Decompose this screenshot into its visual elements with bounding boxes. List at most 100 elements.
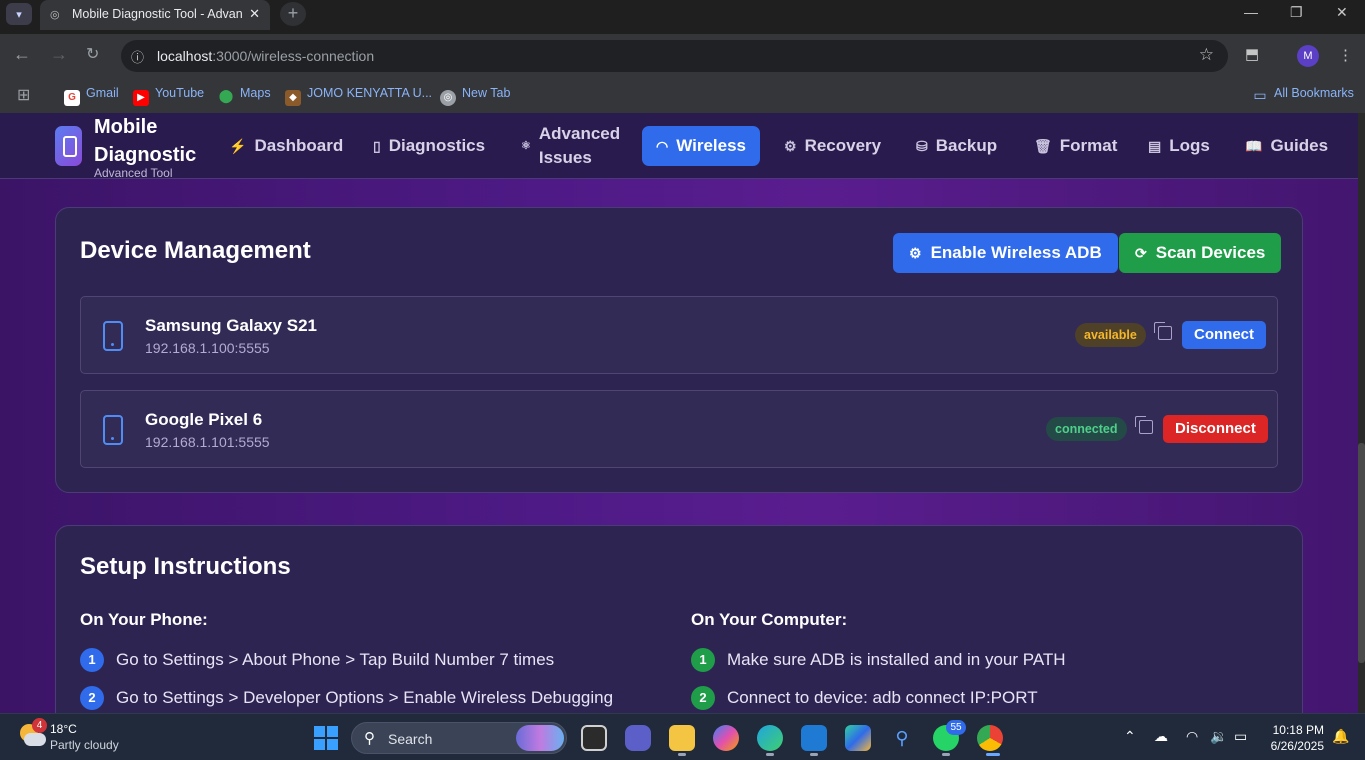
magnifier-app-icon[interactable]: ⚲ — [889, 725, 915, 751]
chrome-icon[interactable] — [977, 725, 1003, 751]
google-icon: G — [64, 90, 80, 106]
bookmark-new-tab[interactable]: ◎ New Tab — [440, 86, 510, 106]
nav-logs[interactable]: ▤ Logs — [1134, 126, 1224, 166]
phone-steps-title: On Your Phone: — [80, 610, 208, 629]
nav-wireless[interactable]: ◠ Wireless — [642, 126, 760, 166]
volume-icon[interactable]: 🔉 — [1210, 728, 1227, 745]
device-management-title: Device Management — [80, 237, 311, 264]
bookmarks-bar: ⊞ G Gmail ▶ YouTube ⬤ Maps ◆ JOMO KENYATTA U… — [0, 78, 1365, 113]
step-text: Connect to device: adb connect IP:PORT — [727, 688, 1038, 707]
step-text: Go to Settings > Developer Options > Ena… — [116, 688, 614, 707]
weather-temperature[interactable]: 18°C — [50, 722, 77, 736]
vscode-icon[interactable] — [801, 725, 827, 751]
nav-advanced-issues[interactable]: ⚛ Advanced Issues — [507, 124, 632, 167]
browser-tabstrip: ▾ ◎ Mobile Diagnostic Tool - Advan ✕ + —… — [0, 0, 1365, 34]
computer-steps-title: On Your Computer: — [691, 610, 848, 629]
file-explorer-icon[interactable] — [669, 725, 695, 751]
bookmark-label: JOMO KENYATTA U... — [307, 86, 433, 100]
all-bookmarks-label: All Bookmarks — [1274, 86, 1354, 100]
nav-label: Format — [1059, 136, 1118, 155]
apps-grid-icon[interactable]: ⊞ — [17, 85, 30, 105]
connect-button[interactable]: Connect — [1182, 321, 1266, 349]
enable-wireless-adb-button[interactable]: ⚙ Enable Wireless ADB — [893, 233, 1118, 273]
bookmark-gmail[interactable]: G Gmail — [64, 86, 119, 106]
chevron-up-icon[interactable]: ⌃ — [1124, 728, 1136, 745]
notifications-icon[interactable]: 🔔 — [1332, 728, 1349, 745]
scrollbar-thumb[interactable] — [1358, 443, 1365, 663]
university-crest-icon: ◆ — [285, 90, 301, 106]
close-window-icon[interactable]: ✕ — [1336, 4, 1348, 21]
book-icon: 📖 — [1245, 137, 1263, 154]
onedrive-offline-icon[interactable]: ☁ — [1154, 728, 1168, 745]
device-row: Google Pixel 6 192.168.1.101:5555 connec… — [80, 390, 1278, 468]
taskbar-search[interactable]: ⚲ Search — [351, 722, 567, 754]
address-bar[interactable]: ⓘ localhost:3000/wireless-connection ☆ — [121, 40, 1228, 72]
windows-start-icon[interactable] — [314, 726, 338, 750]
window-controls: — ❐ ✕ — [1229, 0, 1365, 34]
extensions-icon[interactable]: ⬒ — [1245, 45, 1259, 63]
taskbar-clock[interactable]: 10:18 PM 6/26/2025 — [1250, 722, 1324, 754]
copilot-icon[interactable] — [713, 725, 739, 751]
play-store-icon[interactable] — [845, 725, 871, 751]
menu-kebab-icon[interactable]: ⋮ — [1338, 46, 1353, 64]
disconnect-button[interactable]: Disconnect — [1163, 415, 1268, 443]
browser-tab[interactable]: ◎ Mobile Diagnostic Tool - Advan ✕ — [40, 0, 270, 30]
windows-taskbar: 4 18°C Partly cloudy ⚲ Search ⚲ 55 ⌃ ☁ ◠… — [0, 713, 1365, 760]
brand-title[interactable]: Mobile Diagnostic — [94, 113, 214, 169]
tab-search-button[interactable]: ▾ — [6, 3, 32, 25]
nav-dashboard[interactable]: ⚡ Dashboard — [215, 126, 357, 166]
url-path: :3000/wireless-connection — [212, 48, 375, 64]
bookmark-label: YouTube — [155, 86, 205, 100]
site-info-icon[interactable]: ⓘ — [131, 47, 144, 66]
atom-icon: ⚛ — [521, 140, 531, 152]
reload-icon[interactable]: ↻ — [86, 44, 99, 64]
cloud-shape — [24, 733, 46, 746]
phone-step: 2 Go to Settings > Developer Options > En… — [80, 686, 613, 710]
device-name: Samsung Galaxy S21 — [145, 316, 317, 335]
forward-icon[interactable]: → — [50, 44, 68, 65]
bookmark-jkuat[interactable]: ◆ JOMO KENYATTA U... — [285, 86, 432, 106]
nav-label: Wireless — [676, 136, 746, 155]
scan-devices-button[interactable]: ⟳ Scan Devices — [1119, 233, 1282, 273]
nav-format[interactable]: 🗑 Format — [1020, 126, 1131, 166]
restore-icon[interactable]: ❐ — [1290, 4, 1303, 21]
nav-label: Backup — [935, 136, 998, 155]
profile-avatar[interactable]: M — [1297, 45, 1319, 67]
wifi-icon[interactable]: ◠ — [1186, 728, 1198, 745]
bookmark-star-icon[interactable]: ☆ — [1199, 45, 1214, 65]
trash-icon: 🗑 — [1034, 137, 1052, 154]
nav-label: Recovery — [804, 136, 882, 155]
database-icon: ⛁ — [916, 137, 928, 154]
page-scrollbar[interactable] — [1358, 113, 1365, 713]
status-badge: available — [1075, 323, 1146, 347]
edge-icon[interactable] — [757, 725, 783, 751]
running-indicator — [678, 753, 686, 756]
copy-icon[interactable] — [1154, 322, 1172, 340]
copy-icon[interactable] — [1135, 416, 1153, 434]
running-indicator — [942, 753, 950, 756]
nav-label: Logs — [1169, 136, 1210, 155]
battery-icon[interactable]: ▭ — [1234, 728, 1247, 745]
nav-recovery[interactable]: ⚙ Recovery — [770, 126, 895, 166]
map-pin-icon: ⬤ — [218, 88, 234, 103]
step-number: 1 — [80, 648, 104, 672]
task-view-icon[interactable] — [581, 725, 607, 751]
nav-diagnostics[interactable]: ▯ Diagnostics — [359, 126, 499, 166]
teams-chat-icon[interactable] — [625, 725, 651, 751]
nav-guides[interactable]: 📖 Guides — [1231, 126, 1342, 166]
bookmark-maps[interactable]: ⬤ Maps — [218, 86, 271, 104]
new-tab-button[interactable]: + — [280, 2, 306, 26]
refresh-icon: ⟳ — [1135, 244, 1147, 261]
close-tab-icon[interactable]: ✕ — [249, 6, 260, 22]
back-icon[interactable]: ← — [13, 44, 31, 65]
all-bookmarks[interactable]: ▭ All Bookmarks — [1252, 86, 1354, 103]
running-indicator — [810, 753, 818, 756]
weather-description[interactable]: Partly cloudy — [50, 738, 119, 752]
computer-step: 2 Connect to device: adb connect IP:PORT — [691, 686, 1038, 710]
weather-icon[interactable]: 4 — [18, 718, 47, 750]
minimize-icon[interactable]: — — [1244, 4, 1258, 20]
wifi-icon: ◠ — [656, 137, 669, 154]
nav-backup[interactable]: ⛁ Backup — [902, 126, 1011, 166]
button-label: Enable Wireless ADB — [930, 243, 1102, 262]
bookmark-youtube[interactable]: ▶ YouTube — [133, 86, 204, 106]
